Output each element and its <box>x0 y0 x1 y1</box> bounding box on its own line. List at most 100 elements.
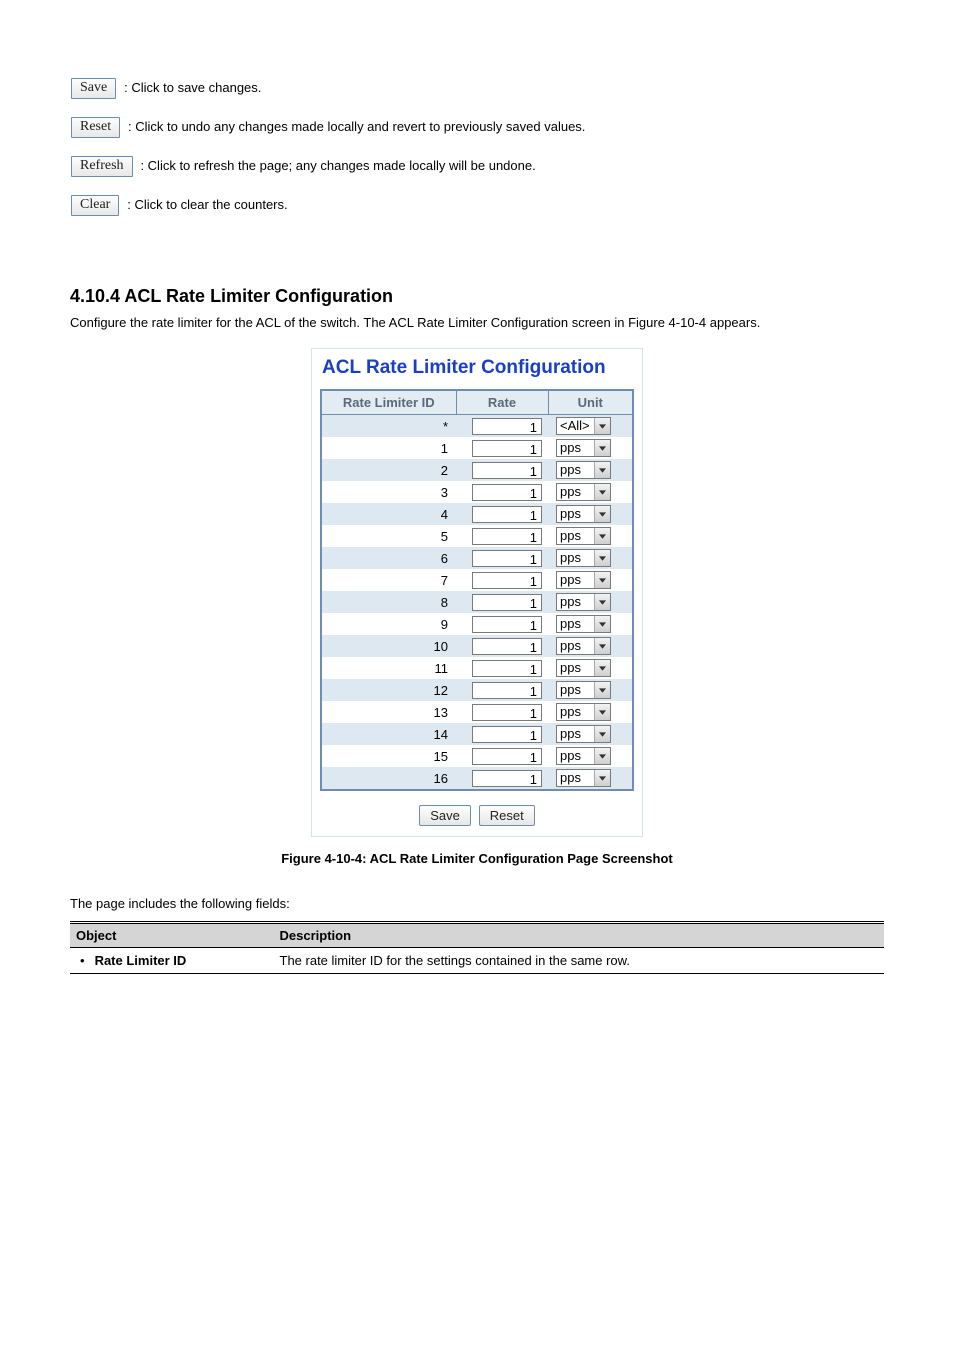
unit-select-value: pps <box>557 748 594 764</box>
unit-cell: pps <box>548 767 633 790</box>
unit-select[interactable]: pps <box>556 527 611 545</box>
unit-cell: pps <box>548 481 633 503</box>
unit-select[interactable]: pps <box>556 483 611 501</box>
rate-limiter-id: 16 <box>321 767 456 790</box>
col-header-unit: Unit <box>548 390 633 415</box>
chevron-down-icon <box>594 638 610 654</box>
unit-select[interactable]: pps <box>556 703 611 721</box>
btn-desc-clear: Clear : Click to clear the counters. <box>70 195 884 216</box>
unit-select-value: pps <box>557 616 594 632</box>
col-header-rate: Rate <box>456 390 548 415</box>
rate-input[interactable]: 1 <box>472 440 542 457</box>
unit-cell: pps <box>548 437 633 459</box>
rate-input[interactable]: 1 <box>472 638 542 655</box>
obj-row: • Rate Limiter ID The rate limiter ID fo… <box>70 948 884 974</box>
rate-input[interactable]: 1 <box>472 748 542 765</box>
unit-cell: pps <box>548 679 633 701</box>
refresh-desc: : Click to refresh the page; any changes… <box>140 158 535 173</box>
unit-select[interactable]: pps <box>556 637 611 655</box>
table-row: 71pps <box>321 569 633 591</box>
rate-limiter-id: 15 <box>321 745 456 767</box>
rate-input[interactable]: 1 <box>472 462 542 479</box>
rate-limiter-id: * <box>321 415 456 438</box>
unit-cell: pps <box>548 613 633 635</box>
unit-select-value: pps <box>557 550 594 566</box>
rate-input[interactable]: 1 <box>472 682 542 699</box>
reset-button[interactable]: Reset <box>479 805 535 826</box>
chevron-down-icon <box>594 572 610 588</box>
button-descriptions: Save : Click to save changes. Reset : Cl… <box>70 78 884 216</box>
rate-input[interactable]: 1 <box>472 660 542 677</box>
table-row: * 1 <All> <box>321 415 633 438</box>
unit-select[interactable]: pps <box>556 571 611 589</box>
chevron-down-icon <box>594 748 610 764</box>
unit-cell: pps <box>548 723 633 745</box>
save-desc: : Click to save changes. <box>124 80 261 95</box>
unit-select-value: pps <box>557 462 594 478</box>
unit-select[interactable]: pps <box>556 725 611 743</box>
unit-select[interactable]: pps <box>556 593 611 611</box>
rate-limiter-id: 10 <box>321 635 456 657</box>
rate-cell: 1 <box>456 767 548 790</box>
rate-limiter-id: 1 <box>321 437 456 459</box>
rate-input[interactable]: 1 <box>472 704 542 721</box>
chevron-down-icon <box>594 462 610 478</box>
rate-cell: 1 <box>456 569 548 591</box>
obj-header-description: Description <box>274 923 885 948</box>
table-row: 10 1 pps <box>321 635 633 657</box>
rate-input[interactable]: 1 <box>472 550 542 567</box>
unit-select[interactable]: <All> <box>556 417 611 435</box>
table-row: 91pps <box>321 613 633 635</box>
rate-cell: 1 <box>456 635 548 657</box>
unit-select-value: pps <box>557 506 594 522</box>
section-intro-rest: The ACL Rate Limiter Configuration scree… <box>360 315 760 330</box>
rate-input[interactable]: 1 <box>472 528 542 545</box>
rate-cell: 1 <box>456 701 548 723</box>
rate-input[interactable]: 1 <box>472 418 542 435</box>
chevron-down-icon <box>594 418 610 434</box>
unit-select[interactable]: pps <box>556 769 611 787</box>
chevron-down-icon <box>594 682 610 698</box>
unit-cell: pps <box>548 591 633 613</box>
rate-input[interactable]: 1 <box>472 572 542 589</box>
rate-limiter-id: 11 <box>321 657 456 679</box>
unit-cell: <All> <box>548 415 633 438</box>
unit-select[interactable]: pps <box>556 505 611 523</box>
rate-input[interactable]: 1 <box>472 594 542 611</box>
chevron-down-icon <box>594 704 610 720</box>
rate-limiter-table: Rate Limiter ID Rate Unit *1<All>11pps21… <box>320 389 634 791</box>
rate-input[interactable]: 1 <box>472 484 542 501</box>
unit-select[interactable]: pps <box>556 659 611 677</box>
unit-cell: pps <box>548 745 633 767</box>
chevron-down-icon <box>594 484 610 500</box>
unit-select-value: pps <box>557 726 594 742</box>
unit-cell: pps <box>548 547 633 569</box>
table-row: 141pps <box>321 723 633 745</box>
table-row: 21pps <box>321 459 633 481</box>
refresh-button-image: Refresh <box>71 156 133 177</box>
unit-select[interactable]: pps <box>556 681 611 699</box>
btn-desc-save: Save : Click to save changes. <box>70 78 884 99</box>
table-row: 11 pps <box>321 437 633 459</box>
reset-button-image: Reset <box>71 117 120 138</box>
rate-input[interactable]: 1 <box>472 770 542 787</box>
unit-select[interactable]: pps <box>556 747 611 765</box>
rate-cell: 1 <box>456 657 548 679</box>
clear-button-image: Clear <box>71 195 119 216</box>
rate-input[interactable]: 1 <box>472 726 542 743</box>
rate-input[interactable]: 1 <box>472 616 542 633</box>
obj-header-object: Object <box>70 923 274 948</box>
rate-limiter-id: 8 <box>321 591 456 613</box>
rate-cell: 1 <box>456 525 548 547</box>
unit-cell: pps <box>548 657 633 679</box>
unit-select[interactable]: pps <box>556 615 611 633</box>
chevron-down-icon <box>594 550 610 566</box>
chevron-down-icon <box>594 726 610 742</box>
unit-select[interactable]: pps <box>556 461 611 479</box>
chevron-down-icon <box>594 440 610 456</box>
rate-input[interactable]: 1 <box>472 506 542 523</box>
table-row: 41pps <box>321 503 633 525</box>
unit-select[interactable]: pps <box>556 549 611 567</box>
save-button[interactable]: Save <box>419 805 471 826</box>
unit-select[interactable]: pps <box>556 439 611 457</box>
